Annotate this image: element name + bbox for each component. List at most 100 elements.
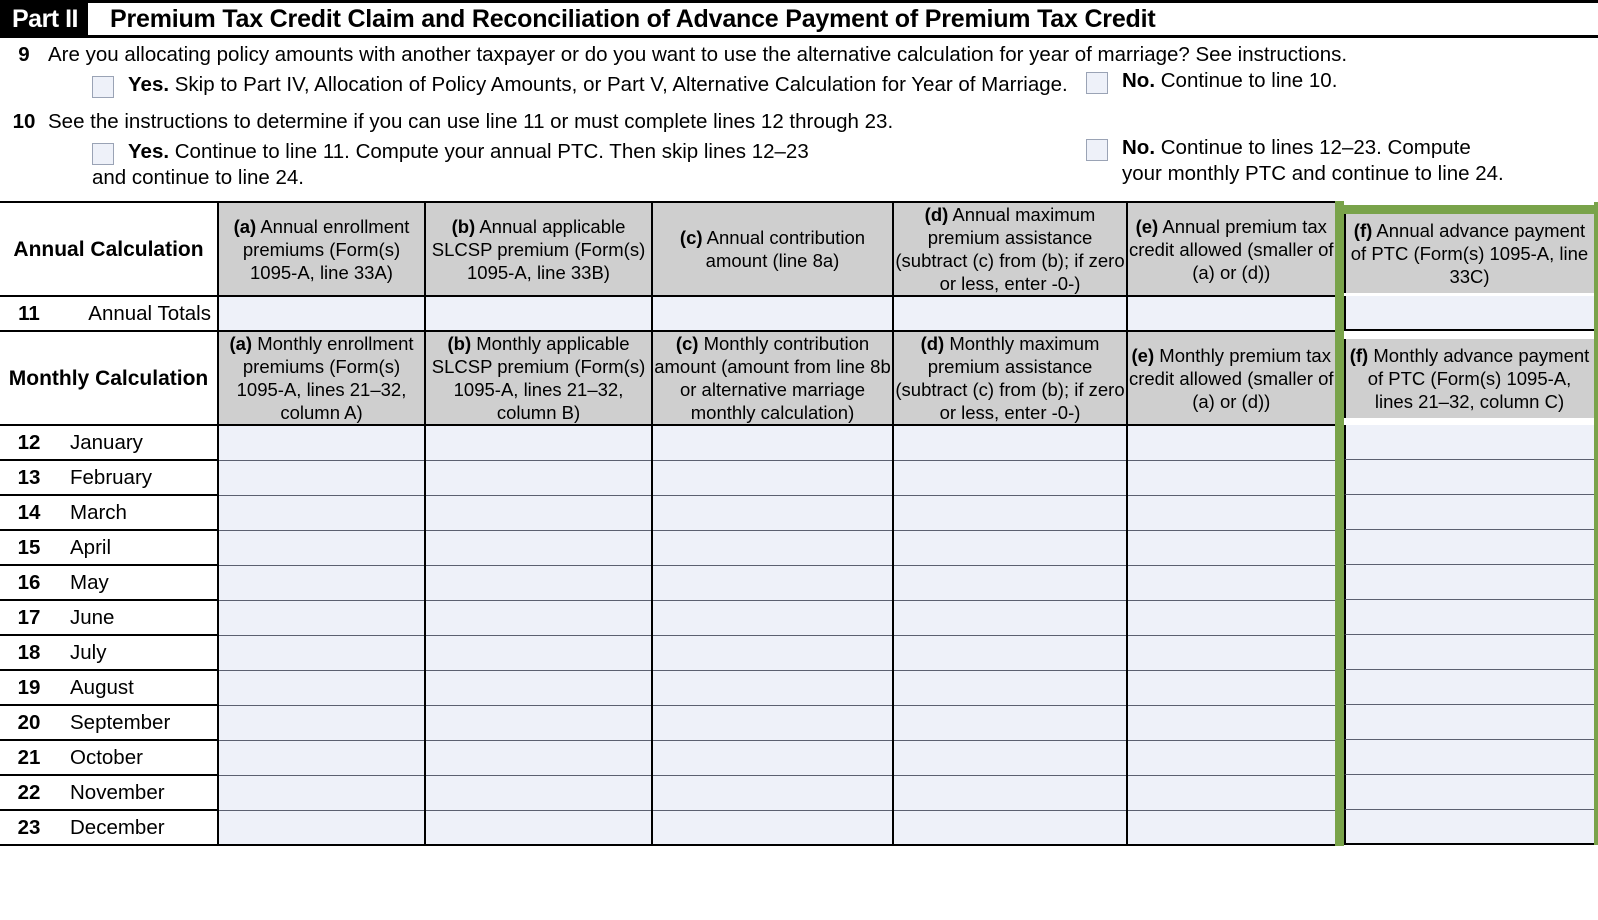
input-11-a[interactable] [217, 296, 425, 332]
input-15-f[interactable] [1343, 530, 1594, 565]
checkbox-10-yes[interactable] [92, 143, 114, 165]
input-20-c[interactable] [651, 705, 893, 741]
input-20-a[interactable] [217, 705, 425, 741]
input-19-b[interactable] [424, 670, 652, 706]
input-17-f-highlight[interactable] [1334, 600, 1598, 635]
input-23-b[interactable] [424, 810, 652, 846]
input-19-d[interactable] [892, 670, 1127, 706]
input-19-a[interactable] [217, 670, 425, 706]
input-23-f[interactable] [1343, 810, 1594, 845]
input-13-d[interactable] [892, 460, 1127, 496]
input-20-f-highlight[interactable] [1334, 705, 1598, 740]
input-12-f-highlight[interactable] [1334, 425, 1598, 460]
input-16-f-highlight[interactable] [1334, 565, 1598, 600]
question-10-yes-option[interactable]: Yes. Continue to line 11. Compute your a… [92, 139, 809, 191]
input-18-e[interactable] [1126, 635, 1339, 671]
input-22-c[interactable] [651, 775, 893, 811]
input-14-f-highlight[interactable] [1334, 495, 1598, 530]
input-14-f[interactable] [1343, 495, 1594, 530]
input-17-e[interactable] [1126, 600, 1339, 636]
input-20-e[interactable] [1126, 705, 1339, 741]
question-10-no-option[interactable]: No. Continue to lines 12–23. Compute you… [1086, 135, 1586, 187]
input-11-f-highlight[interactable] [1334, 296, 1598, 331]
input-12-c[interactable] [651, 425, 893, 461]
input-12-b[interactable] [424, 425, 652, 461]
input-19-e[interactable] [1126, 670, 1339, 706]
input-13-b[interactable] [424, 460, 652, 496]
input-19-f[interactable] [1343, 670, 1594, 705]
checkbox-9-yes[interactable] [92, 76, 114, 98]
input-22-a[interactable] [217, 775, 425, 811]
input-20-d[interactable] [892, 705, 1127, 741]
input-21-d[interactable] [892, 740, 1127, 776]
input-15-c[interactable] [651, 530, 893, 566]
input-12-a[interactable] [217, 425, 425, 461]
input-16-a[interactable] [217, 565, 425, 601]
input-22-d[interactable] [892, 775, 1127, 811]
input-17-c[interactable] [651, 600, 893, 636]
input-23-c[interactable] [651, 810, 893, 846]
input-13-a[interactable] [217, 460, 425, 496]
input-18-c[interactable] [651, 635, 893, 671]
input-23-f-highlight[interactable] [1334, 810, 1598, 845]
input-13-f[interactable] [1343, 460, 1594, 495]
input-23-d[interactable] [892, 810, 1127, 846]
input-15-b[interactable] [424, 530, 652, 566]
input-12-e[interactable] [1126, 425, 1339, 461]
input-20-f[interactable] [1343, 705, 1594, 740]
input-14-a[interactable] [217, 495, 425, 531]
input-17-b[interactable] [424, 600, 652, 636]
input-14-b[interactable] [424, 495, 652, 531]
input-21-b[interactable] [424, 740, 652, 776]
input-11-e[interactable] [1126, 296, 1339, 332]
input-21-e[interactable] [1126, 740, 1339, 776]
input-22-f-highlight[interactable] [1334, 775, 1598, 810]
input-16-d[interactable] [892, 565, 1127, 601]
input-15-f-highlight[interactable] [1334, 530, 1598, 565]
input-19-c[interactable] [651, 670, 893, 706]
input-18-d[interactable] [892, 635, 1127, 671]
input-21-f-highlight[interactable] [1334, 740, 1598, 775]
input-16-c[interactable] [651, 565, 893, 601]
input-16-f[interactable] [1343, 565, 1594, 600]
input-18-f-highlight[interactable] [1334, 635, 1598, 670]
input-11-c[interactable] [651, 296, 893, 332]
checkbox-10-no[interactable] [1086, 139, 1108, 161]
input-15-d[interactable] [892, 530, 1127, 566]
input-16-e[interactable] [1126, 565, 1339, 601]
question-10-yes-text: Continue to line 11. Compute your annual… [174, 140, 809, 163]
input-18-b[interactable] [424, 635, 652, 671]
question-9-yes-option[interactable]: Yes. Skip to Part IV, Allocation of Poli… [92, 72, 1068, 98]
question-9-no-option[interactable]: No. Continue to line 10. [1086, 68, 1337, 94]
input-23-e[interactable] [1126, 810, 1339, 846]
input-21-f[interactable] [1343, 740, 1594, 775]
input-22-b[interactable] [424, 775, 652, 811]
input-11-b[interactable] [424, 296, 652, 332]
input-14-c[interactable] [651, 495, 893, 531]
input-16-b[interactable] [424, 565, 652, 601]
input-11-f[interactable] [1343, 296, 1594, 331]
input-17-a[interactable] [217, 600, 425, 636]
input-13-f-highlight[interactable] [1334, 460, 1598, 495]
input-23-a[interactable] [217, 810, 425, 846]
input-20-b[interactable] [424, 705, 652, 741]
input-13-c[interactable] [651, 460, 893, 496]
input-22-e[interactable] [1126, 775, 1339, 811]
input-14-e[interactable] [1126, 495, 1339, 531]
input-12-d[interactable] [892, 425, 1127, 461]
input-22-f[interactable] [1343, 775, 1594, 810]
input-17-d[interactable] [892, 600, 1127, 636]
input-18-a[interactable] [217, 635, 425, 671]
input-17-f[interactable] [1343, 600, 1594, 635]
input-11-d[interactable] [892, 296, 1127, 332]
input-13-e[interactable] [1126, 460, 1339, 496]
input-14-d[interactable] [892, 495, 1127, 531]
input-15-a[interactable] [217, 530, 425, 566]
input-12-f[interactable] [1343, 425, 1594, 460]
input-15-e[interactable] [1126, 530, 1339, 566]
input-19-f-highlight[interactable] [1334, 670, 1598, 705]
checkbox-9-no[interactable] [1086, 72, 1108, 94]
input-18-f[interactable] [1343, 635, 1594, 670]
input-21-c[interactable] [651, 740, 893, 776]
input-21-a[interactable] [217, 740, 425, 776]
